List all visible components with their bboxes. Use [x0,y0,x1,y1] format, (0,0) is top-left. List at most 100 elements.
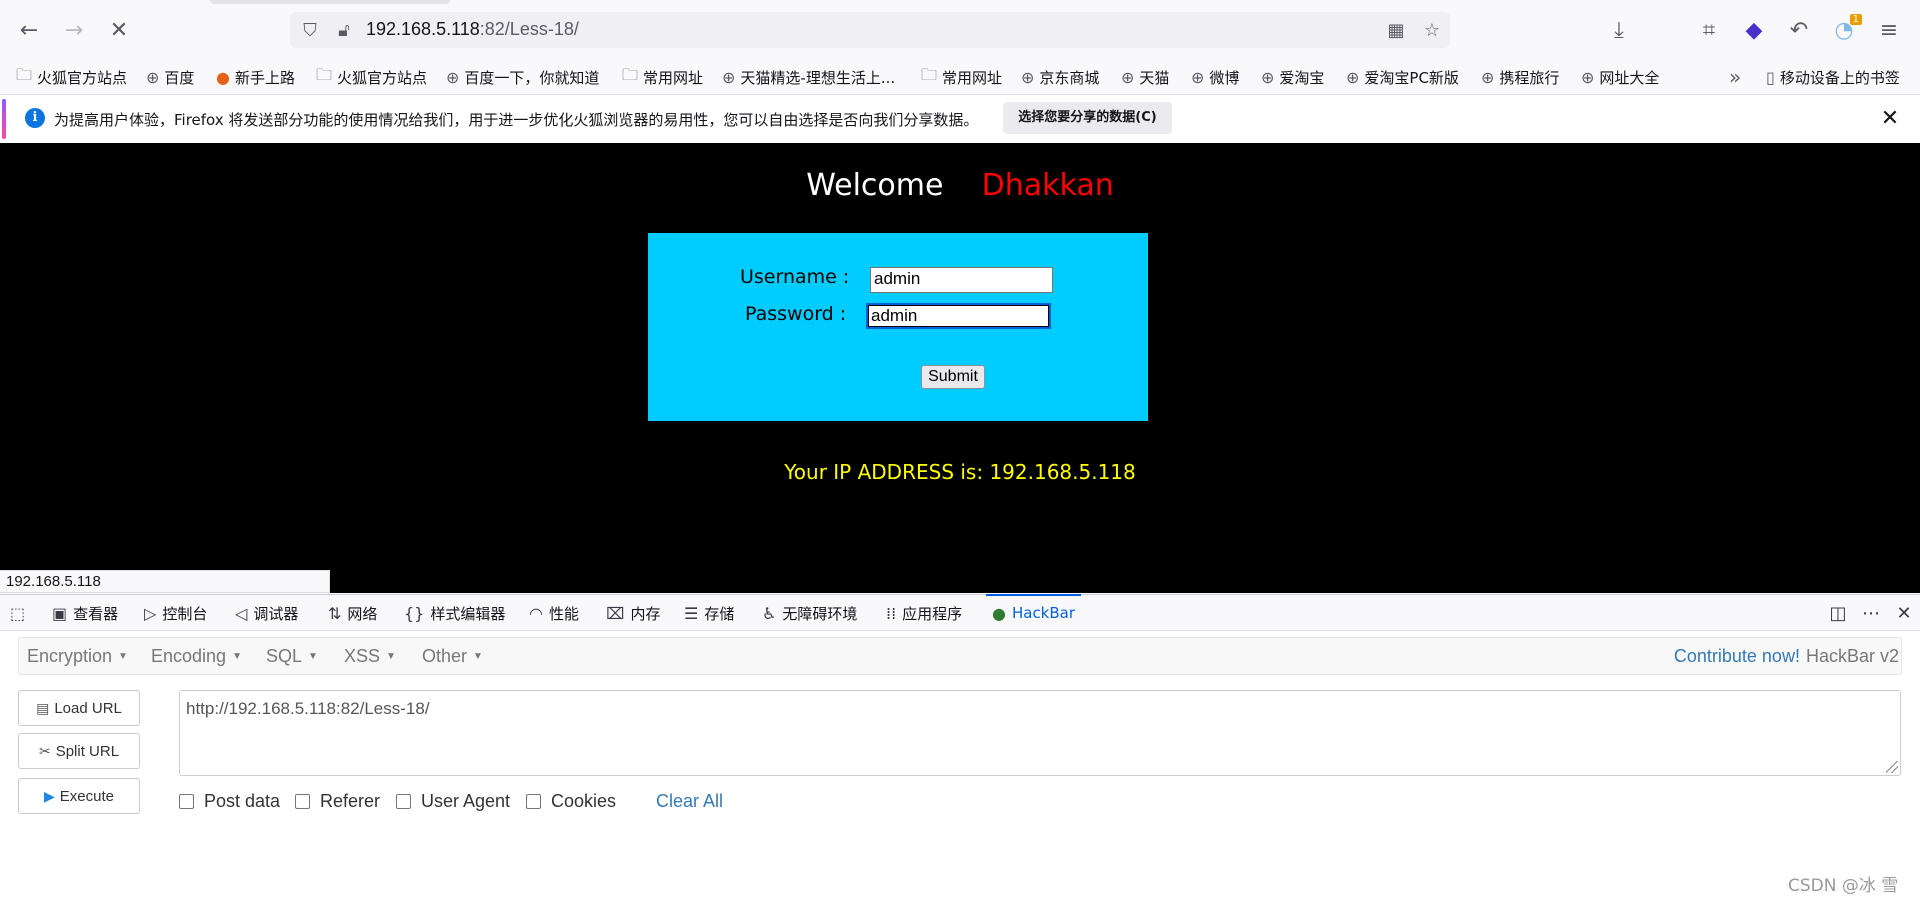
screenshot-crop-icon[interactable]: ⌗ [1691,12,1727,48]
load-url-button[interactable]: ▤ Load URL [18,690,140,726]
cookies-checkbox[interactable]: Cookies [526,791,616,812]
tab-application[interactable]: ⁞⁞ 应用程序 [886,595,962,631]
hackbar-url-value: http://192.168.5.118:82/Less-18/ [186,699,430,718]
globe-icon: ⊕ [1346,67,1360,87]
tab-storage[interactable]: ☰ 存储 [684,595,734,631]
dock-layout-icon[interactable]: ◫ [1823,595,1853,631]
bookmark-item[interactable]: 🗀︎ 火狐官方站点 [316,60,427,94]
folder-icon: 🗀︎ [622,64,639,84]
scissors-icon: ✂ [38,742,51,759]
bookmark-star-icon[interactable]: ☆ [1418,16,1446,44]
hackbar-url-textarea[interactable]: http://192.168.5.118:82/Less-18/ [179,690,1901,776]
tab-performance[interactable]: ◠ 性能 [529,595,579,631]
menu-xss[interactable]: XSS ▼ [344,638,396,674]
storage-icon: ☰ [684,603,699,623]
network-icon: ⇅ [328,603,342,623]
downloads-icon[interactable]: ⤓ [1601,12,1637,48]
submit-button[interactable]: Submit [921,365,985,389]
bookmark-item[interactable]: ⊕ 微博 [1191,60,1239,94]
tab-style-editor[interactable]: {} 样式编辑器 [404,595,505,631]
menu-encryption[interactable]: Encryption ▼ [27,638,128,674]
menu-other[interactable]: Other ▼ [422,638,483,674]
bookmark-item[interactable]: ● 新手上路 [216,60,295,94]
globe-icon: ⊕ [1121,67,1135,87]
bookmark-item[interactable]: ⊕ 天猫 [1121,60,1169,94]
stop-loading-icon[interactable]: ✕ [101,12,137,48]
execute-button[interactable]: ▶ Execute [18,778,140,814]
hackbar-version: Contribute now! HackBar v2 [1673,645,1899,667]
globe-icon: ⊕ [1261,67,1275,87]
referer-checkbox[interactable]: Referer [295,791,380,812]
console-icon: ▷ [144,603,157,623]
user-agent-checkbox[interactable]: User Agent [396,791,510,812]
folder-icon: 🗀︎ [921,64,938,84]
url-text[interactable]: 192.168.5.118:82/Less-18/ [366,19,579,40]
bookmark-item[interactable]: 🗀︎ 火狐官方站点 [16,60,127,94]
menu-encoding[interactable]: Encoding ▼ [151,638,242,674]
back-icon[interactable]: ← [11,12,47,48]
welcome-heading: Welcome Dhakkan [806,168,1114,203]
password-input[interactable]: admin [866,303,1051,329]
element-picker-icon[interactable]: ⬚ [10,595,31,631]
tab-network[interactable]: ⇅ 网络 [328,595,377,631]
bookmarks-toolbar: 🗀︎ 火狐官方站点 ⊕ 百度 ● 新手上路 🗀︎ 火狐官方站点 ⊕ 百度一下，你就知道 🗀… [0,60,1920,94]
post-data-checkbox[interactable]: Post data [179,791,280,812]
choose-data-button[interactable]: 选择您要分享的数据(C) [1003,102,1172,134]
notification-accent [2,99,6,139]
split-url-button[interactable]: ✂ Split URL [18,733,140,769]
page-content: Welcome Dhakkan Username : admin Passwor… [0,143,1920,593]
caret-down-icon: ▼ [473,650,483,662]
bookmark-item[interactable]: ⊕ 携程旅行 [1481,60,1559,94]
close-devtools-icon[interactable]: ✕ [1889,595,1919,631]
bookmark-item[interactable]: ⊕ 爱淘宝 [1261,60,1324,94]
caret-down-icon: ▼ [118,650,128,662]
clear-all-link[interactable]: Clear All [656,791,723,812]
password-label: Password : [745,303,847,325]
accessibility-icon: ♿︎ [762,603,777,623]
tab-hackbar[interactable]: ● HackBar [985,594,1082,631]
bookmark-item[interactable]: ⊕ 百度 [146,60,194,94]
more-options-icon[interactable]: ⋯ [1856,595,1886,631]
folder-icon: 🗀︎ [316,64,333,84]
hackbar-icon: ● [992,603,1006,623]
menu-sql[interactable]: SQL ▼ [266,638,318,674]
mobile-device-icon: ▯ [1766,67,1775,87]
resize-grip-icon[interactable] [1886,761,1898,773]
tab-inspector[interactable]: ▣ 查看器 [52,595,118,631]
contribute-link[interactable]: Contribute now! [1674,646,1800,667]
status-bar: 192.168.5.118 [0,570,330,593]
bookmarks-overflow-icon[interactable]: » [1729,60,1741,94]
sync-icon[interactable]: ◔ 1 [1826,12,1862,48]
url-bar[interactable]: ⛉ 🔓︎ 192.168.5.118:82/Less-18/ ▦ ☆ [290,12,1450,48]
inspector-icon: ▣ [52,603,68,623]
forward-icon[interactable]: → [56,12,92,48]
performance-icon: ◠ [529,603,543,623]
tab-accessibility[interactable]: ♿︎ 无障碍环境 [762,595,857,631]
tracking-shield-icon[interactable]: ⛉ [296,16,324,44]
mobile-bookmarks[interactable]: ▯ 移动设备上的书签 [1766,60,1900,94]
tab-debugger[interactable]: ◁ 调试器 [235,595,298,631]
welcome-name: Dhakkan [981,168,1114,203]
extension-icon[interactable]: ◆ [1736,12,1772,48]
memory-icon: ⌧ [606,603,625,623]
element-picker-icon: ⬚ [10,603,26,623]
bookmark-item[interactable]: ⊕ 网址大全 [1581,60,1659,94]
globe-icon: ⊕ [1481,67,1495,87]
hamburger-menu-icon[interactable]: ≡ [1871,12,1907,48]
bookmark-item[interactable]: 🗀︎ 常用网址 [622,60,703,94]
debugger-icon: ◁ [235,603,248,623]
qr-code-icon[interactable]: ▦ [1382,16,1410,44]
bookmark-item[interactable]: ⊕ 百度一下，你就知道 [446,60,599,94]
bookmark-item[interactable]: ⊕ 爱淘宝PC新版 [1346,60,1459,94]
tab-console[interactable]: ▷ 控制台 [144,595,207,631]
undo-icon[interactable]: ↶ [1781,12,1817,48]
globe-icon: ⊕ [1021,67,1035,87]
notification-bar: i 为提高用户体验，Firefox 将发送部分功能的使用情况给我们，用于进一步优… [0,94,1920,144]
tab-memory[interactable]: ⌧ 内存 [606,595,660,631]
close-icon[interactable]: ✕ [1874,103,1906,135]
bookmark-item[interactable]: ⊕ 京东商城 [1021,60,1099,94]
bookmark-item[interactable]: ⊕ 天猫精选-理想生活上... [722,60,895,94]
username-input[interactable]: admin [870,267,1053,293]
bookmark-item[interactable]: 🗀︎ 常用网址 [921,60,1002,94]
insecure-lock-icon[interactable]: 🔓︎ [330,16,358,44]
